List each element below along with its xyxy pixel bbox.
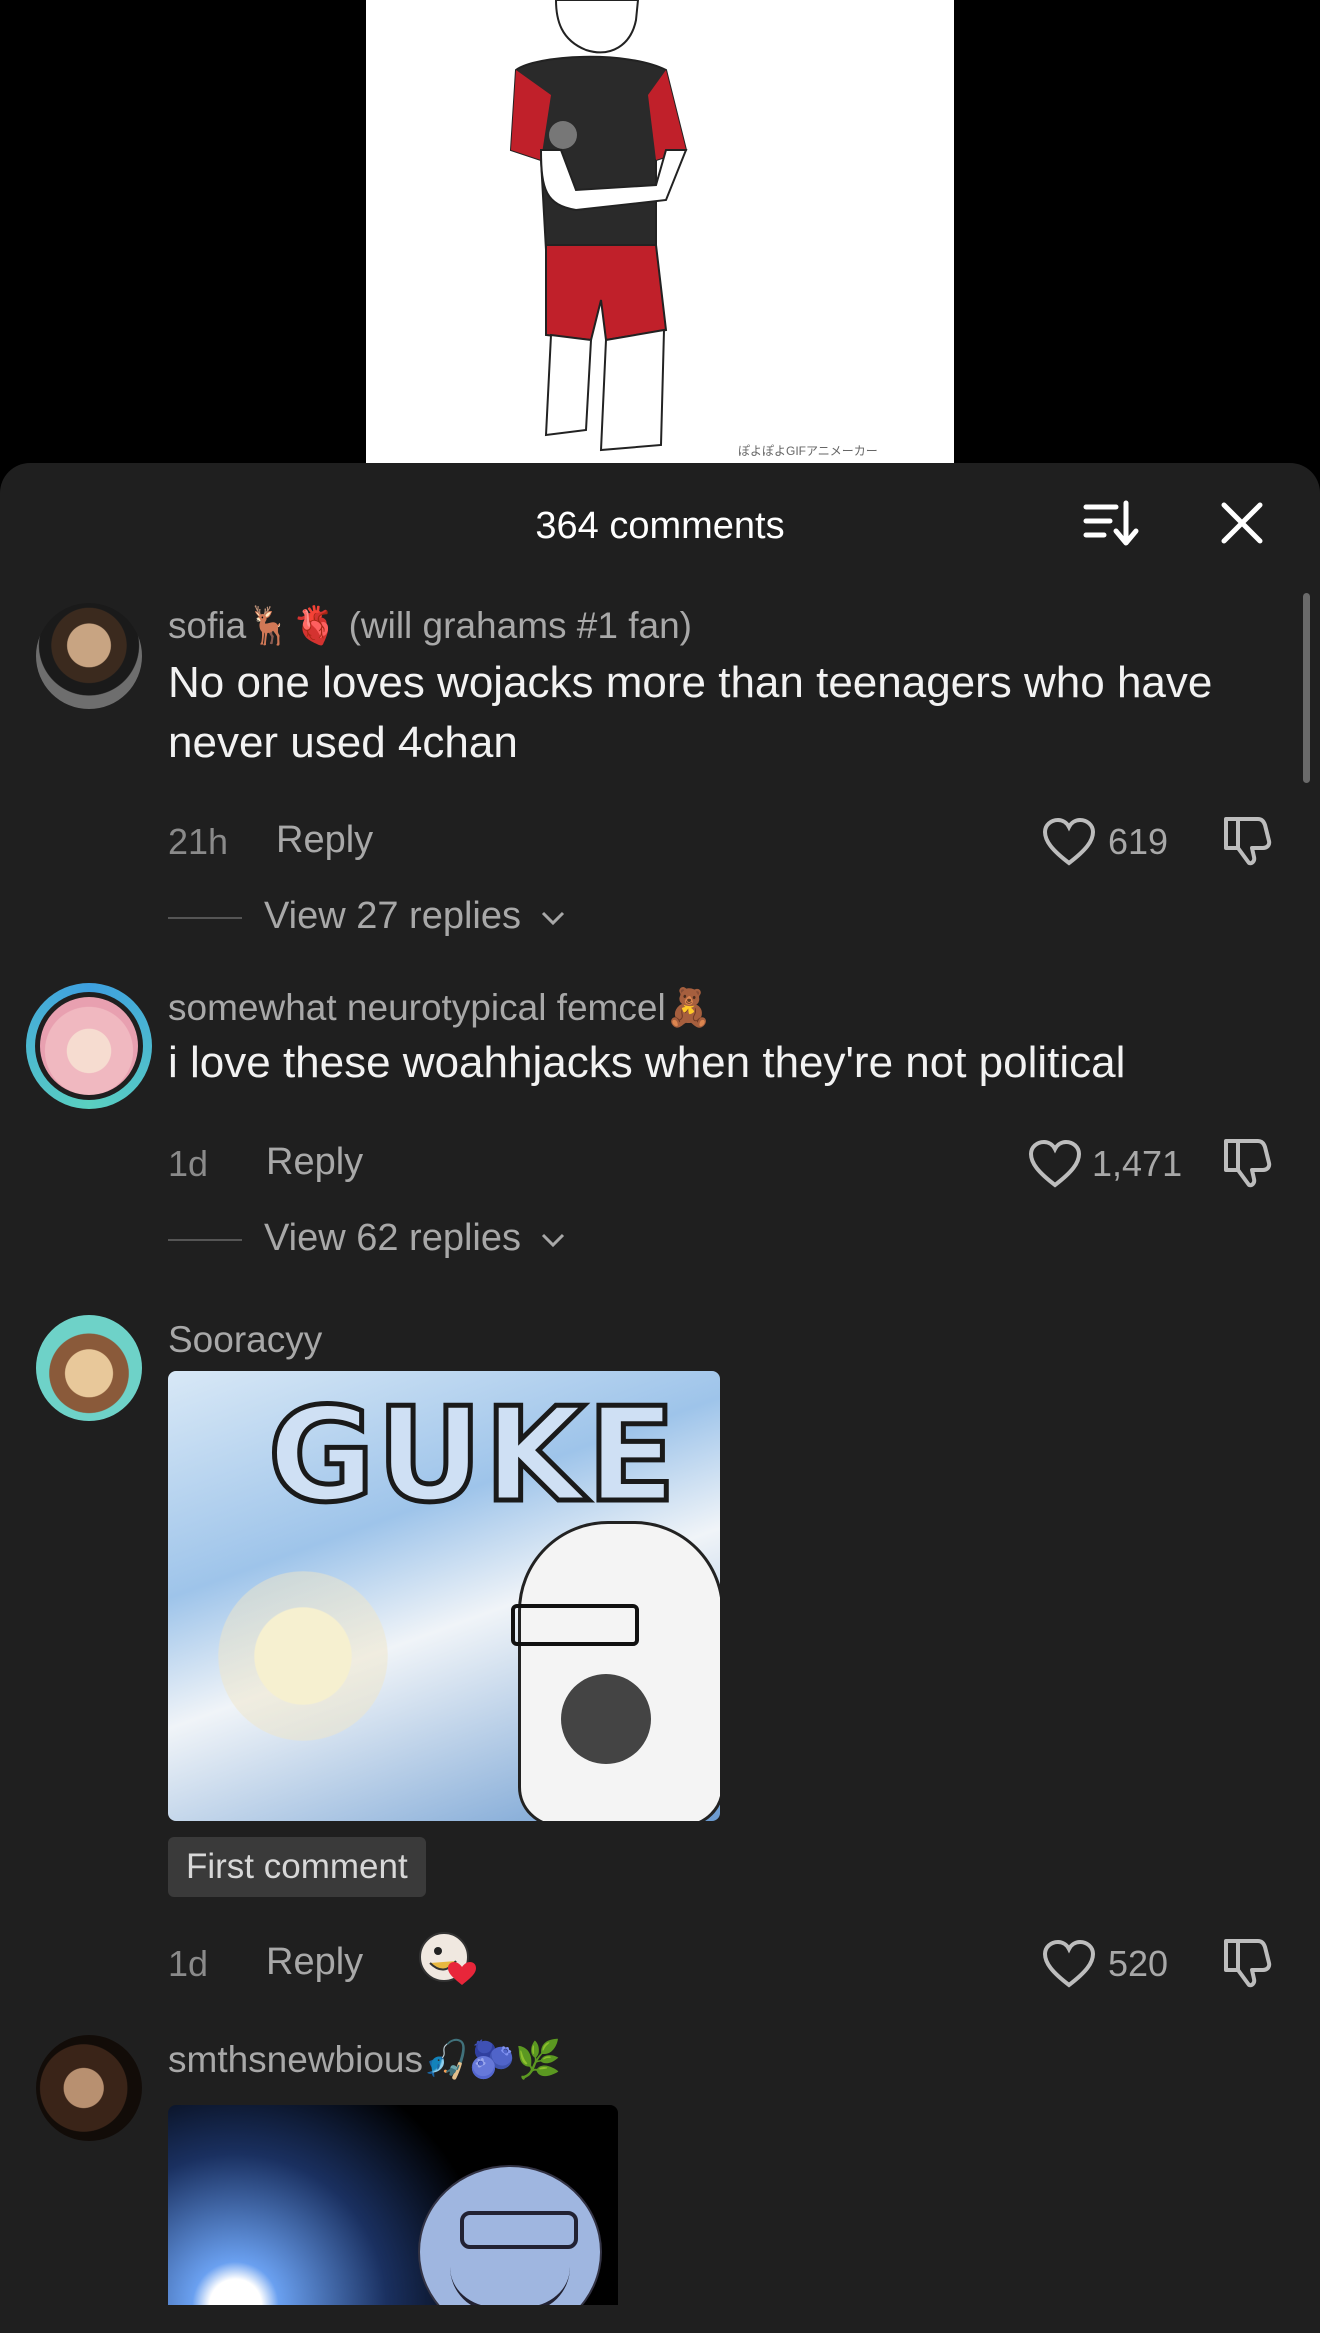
comment-image[interactable] bbox=[168, 2105, 618, 2305]
comment-item: Sooracyy GUKE First comment 1d Reply 520 bbox=[0, 1315, 1320, 1988]
comments-sheet: 364 comments sofia🦌🫀 (will grahams #1 fa… bbox=[0, 463, 1320, 2333]
explosion-graphic bbox=[218, 1571, 388, 1741]
comment-timestamp: 1d bbox=[168, 1943, 209, 1984]
video-frame: ぽよぽよGIFアニメーカー bbox=[366, 0, 954, 463]
sort-button[interactable] bbox=[1080, 493, 1140, 553]
comment-timestamp: 1d bbox=[168, 1143, 209, 1184]
avatar bbox=[40, 997, 138, 1095]
like-button[interactable] bbox=[1028, 1139, 1082, 1189]
heart-icon bbox=[1042, 1939, 1096, 1988]
comment-text: No one loves wojacks more than teenagers… bbox=[168, 658, 1213, 767]
view-replies-link[interactable]: View 27 replies bbox=[168, 895, 566, 938]
reply-button[interactable]: Reply bbox=[266, 1941, 363, 1984]
thread-line bbox=[168, 1238, 242, 1241]
view-replies-label: View 62 replies bbox=[264, 1217, 522, 1259]
dislike-button[interactable] bbox=[1220, 813, 1274, 867]
comment-text: i love these woahhjacks when they're not… bbox=[168, 1038, 1126, 1087]
sort-icon bbox=[1083, 500, 1139, 546]
comment-username[interactable]: smthsnewbious🎣🫐🌿 bbox=[168, 2039, 561, 2082]
wojak-face-graphic bbox=[418, 2165, 602, 2305]
creator-liked-icon bbox=[418, 1929, 478, 1989]
like-button[interactable] bbox=[1042, 817, 1096, 867]
heart-icon bbox=[1028, 1139, 1082, 1188]
close-button[interactable] bbox=[1212, 493, 1272, 553]
comment-item: smthsnewbious🎣🫐🌿 bbox=[0, 2035, 1320, 2333]
like-count: 520 bbox=[1108, 1943, 1169, 1984]
video-watermark: ぽよぽよGIFアニメーカー bbox=[738, 444, 878, 458]
chevron-down-icon bbox=[541, 1233, 564, 1248]
comment-item: somewhat neurotypical femcel🧸 i love the… bbox=[0, 983, 1320, 1303]
like-count: 1,471 bbox=[1092, 1143, 1183, 1184]
thumbs-down-icon bbox=[1224, 817, 1272, 866]
comment-item: sofia🦌🫀 (will grahams #1 fan) No one lov… bbox=[0, 603, 1320, 937]
chevron-down-icon bbox=[541, 911, 564, 926]
wojak-face-graphic bbox=[511, 1521, 720, 1821]
view-replies-label: View 27 replies bbox=[264, 895, 522, 937]
heart-icon bbox=[1042, 817, 1096, 866]
close-icon bbox=[1221, 502, 1263, 544]
dislike-button[interactable] bbox=[1220, 1935, 1274, 1989]
comment-username[interactable]: Sooracyy bbox=[168, 1319, 322, 1361]
avatar[interactable] bbox=[36, 603, 142, 709]
thread-line bbox=[168, 916, 242, 919]
comment-username[interactable]: sofia🦌🫀 (will grahams #1 fan) bbox=[168, 605, 692, 648]
like-count: 619 bbox=[1108, 821, 1169, 862]
avatar[interactable] bbox=[36, 1315, 142, 1421]
reply-button[interactable]: Reply bbox=[266, 1141, 363, 1184]
reply-button[interactable]: Reply bbox=[276, 819, 373, 862]
avatar[interactable] bbox=[36, 2035, 142, 2141]
sheet-header: 364 comments bbox=[0, 463, 1320, 583]
first-comment-badge: First comment bbox=[168, 1837, 426, 1897]
comment-image[interactable]: GUKE bbox=[168, 1371, 720, 1821]
like-button[interactable] bbox=[1042, 1939, 1096, 1989]
thumbs-down-icon bbox=[1224, 1939, 1272, 1988]
comment-username[interactable]: somewhat neurotypical femcel🧸 bbox=[168, 987, 712, 1030]
image-overlay-text: GUKE bbox=[266, 1377, 679, 1534]
wojak-illustration bbox=[509, 0, 688, 452]
dislike-button[interactable] bbox=[1220, 1135, 1274, 1189]
avatar-story-ring[interactable] bbox=[26, 983, 152, 1109]
thumbs-down-icon bbox=[1224, 1139, 1272, 1188]
view-replies-link[interactable]: View 62 replies bbox=[168, 1217, 566, 1260]
video-player[interactable]: ぽよぽよGIFアニメーカー bbox=[0, 0, 1320, 470]
comment-timestamp: 21h bbox=[168, 821, 229, 862]
